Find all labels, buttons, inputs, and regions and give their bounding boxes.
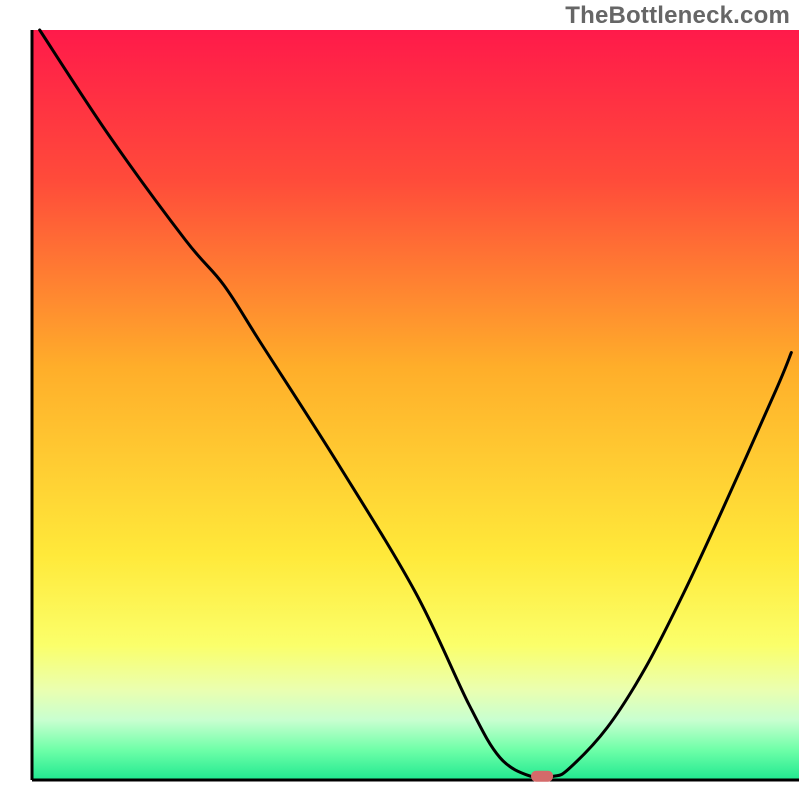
optimal-point-marker [531,771,553,782]
watermark-text: TheBottleneck.com [565,2,790,30]
chart-stage: TheBottleneck.com [0,0,800,800]
bottleneck-chart [0,0,800,800]
heat-gradient-background [32,30,799,780]
